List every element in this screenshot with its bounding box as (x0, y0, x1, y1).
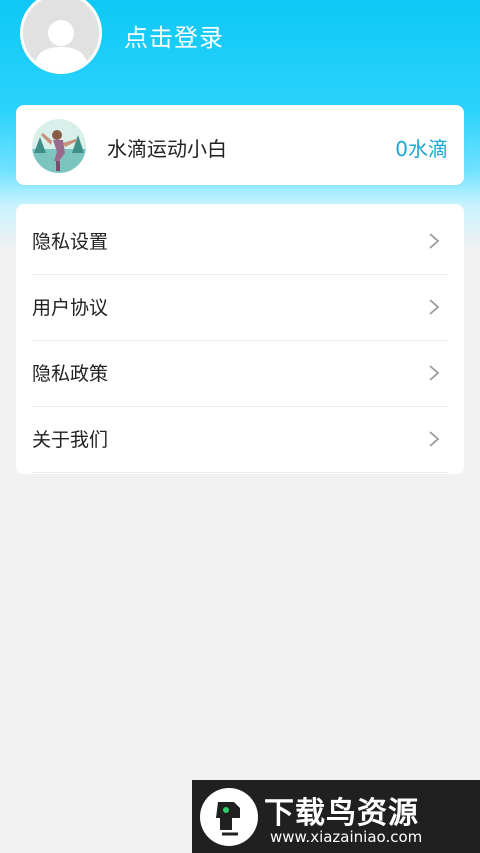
chevron-right-icon (429, 431, 440, 447)
menu-item-label: 隐私政策 (32, 363, 109, 385)
login-link[interactable]: 点击登录 (124, 18, 224, 53)
settings-menu: 隐私设置 用户协议 隐私政策 关于我们 (16, 204, 464, 474)
menu-item-label: 隐私设置 (32, 231, 109, 253)
menu-item-label: 用户协议 (32, 297, 109, 319)
level-badge-icon (32, 119, 86, 173)
logo-icon (200, 788, 258, 846)
menu-item-label: 关于我们 (32, 429, 109, 451)
level-title: 水滴运动小白 (107, 137, 227, 161)
drops-count: 0水滴 (395, 137, 448, 161)
chevron-right-icon (429, 365, 440, 381)
menu-item-user-agreement[interactable]: 用户协议 (32, 275, 448, 341)
watermark: 下载鸟资源 www.xiazainiao.com (192, 780, 480, 853)
avatar-icon (23, 0, 99, 71)
menu-item-privacy-policy[interactable]: 隐私政策 (32, 341, 448, 407)
watermark-title: 下载鸟资源 (264, 796, 419, 831)
chevron-right-icon (429, 299, 440, 315)
menu-item-privacy-settings[interactable]: 隐私设置 (32, 204, 448, 275)
level-card[interactable]: 水滴运动小白 0水滴 (16, 105, 464, 185)
watermark-url: www.xiazainiao.com (270, 828, 423, 846)
profile-screen: 点击登录 水滴运动小白 0水滴 隐私设置 用户协议 隐私政策 关于我们 下载鸟资… (0, 0, 480, 853)
chevron-right-icon (429, 233, 440, 249)
menu-item-about-us[interactable]: 关于我们 (32, 407, 448, 473)
